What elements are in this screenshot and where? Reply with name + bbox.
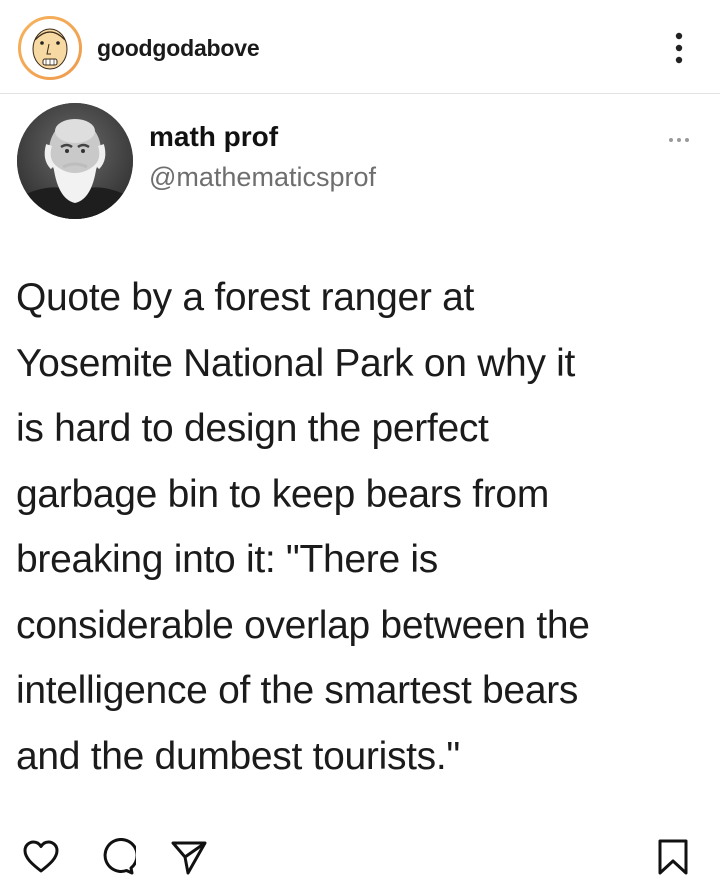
tweet-card: math prof @mathematicsprof Quote by a fo…	[0, 94, 720, 814]
comment-icon[interactable]	[98, 837, 139, 876]
cartoon-face-avatar-icon	[18, 16, 82, 80]
tweet-display-name: math prof	[149, 121, 279, 152]
username[interactable]: goodgodabove	[97, 34, 260, 62]
tweet-text: Quote by a forest ranger at Yosemite Nat…	[16, 276, 590, 778]
more-horizontal-icon	[668, 131, 690, 142]
tweet-avatar	[17, 103, 133, 219]
heart-icon[interactable]	[22, 838, 60, 876]
post-actions	[0, 820, 720, 891]
paper-plane-icon[interactable]	[170, 838, 208, 876]
bookmark-icon[interactable]	[654, 838, 692, 876]
tweet-handle: @mathematicsprof	[149, 162, 376, 192]
profile-avatar[interactable]	[18, 16, 82, 80]
post-header: goodgodabove	[0, 0, 720, 94]
more-vertical-icon[interactable]	[664, 28, 694, 68]
